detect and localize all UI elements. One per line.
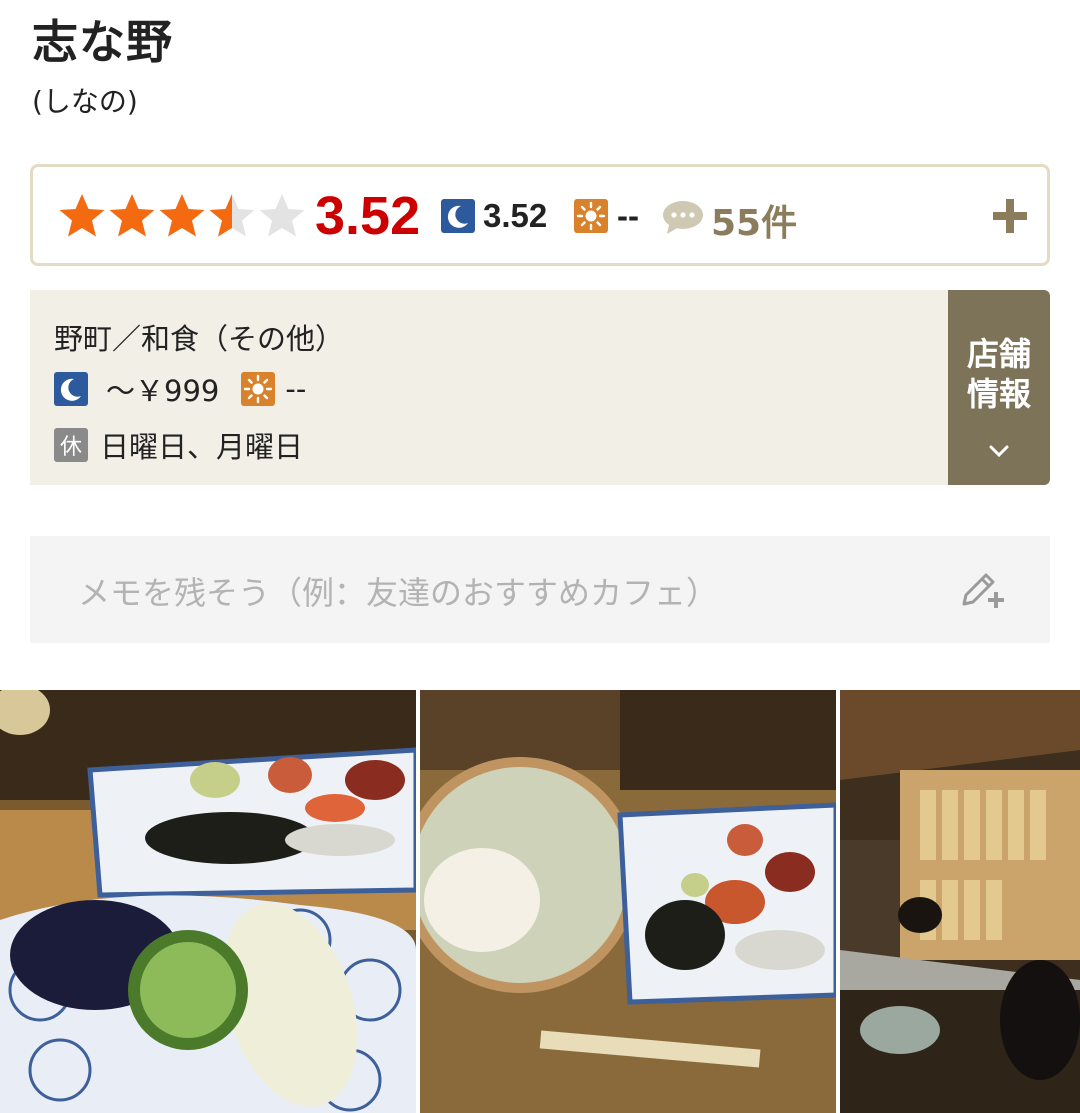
- moon-icon: [441, 199, 475, 233]
- review-count[interactable]: 55件: [711, 194, 797, 246]
- shop-info-label-line2: 情報: [966, 375, 1031, 413]
- star-empty-icon: [259, 194, 305, 237]
- photo-thumbnail[interactable]: [840, 690, 1080, 1113]
- dinner-score: 3.52: [483, 197, 548, 234]
- price-row: ～￥999 --: [54, 368, 306, 410]
- edit-pencil-icon[interactable]: [960, 568, 1006, 610]
- star-icon: [159, 194, 205, 237]
- star-icon: [59, 194, 105, 237]
- star-rating: [57, 191, 307, 241]
- expand-plus-icon[interactable]: [991, 197, 1029, 235]
- sun-icon: [241, 372, 276, 406]
- lunch-score: --: [617, 197, 639, 234]
- memo-input[interactable]: メモを残そう（例：友達のおすすめカフェ）: [30, 536, 1050, 643]
- restaurant-info: 野町／和食（その他） ～￥999 -- 休 日曜日、月曜日: [30, 290, 948, 485]
- shop-info-button[interactable]: 店舗 情報: [948, 290, 1050, 485]
- rating-score: 3.52: [315, 186, 421, 246]
- closed-badge: 休: [54, 428, 88, 462]
- comment-icon: [663, 201, 703, 234]
- star-icon: [109, 194, 155, 237]
- shop-info-label: 店舗 情報: [948, 334, 1050, 414]
- photo-strip: [0, 690, 1080, 1113]
- memo-placeholder: メモを残そう（例：友達のおすすめカフェ）: [78, 574, 719, 612]
- restaurant-name: 志な野: [32, 15, 173, 69]
- moon-icon: [54, 372, 88, 406]
- closed-row: 休 日曜日、月曜日: [54, 424, 303, 466]
- photo-thumbnail[interactable]: [420, 690, 836, 1113]
- area-genre: 野町／和食（その他）: [54, 322, 345, 356]
- dinner-price: ～￥999: [106, 374, 220, 408]
- shop-info-label-line1: 店舗: [966, 335, 1031, 373]
- chevron-down-icon: [989, 445, 1009, 458]
- closed-days: 日曜日、月曜日: [100, 430, 304, 464]
- sun-icon: [574, 199, 608, 233]
- half-star-icon: [209, 194, 255, 237]
- rating-summary[interactable]: 3.52 3.52 -- 55件: [30, 164, 1050, 266]
- photo-thumbnail[interactable]: [0, 690, 416, 1113]
- lunch-price: --: [285, 372, 307, 406]
- restaurant-reading: (しなの): [32, 85, 138, 118]
